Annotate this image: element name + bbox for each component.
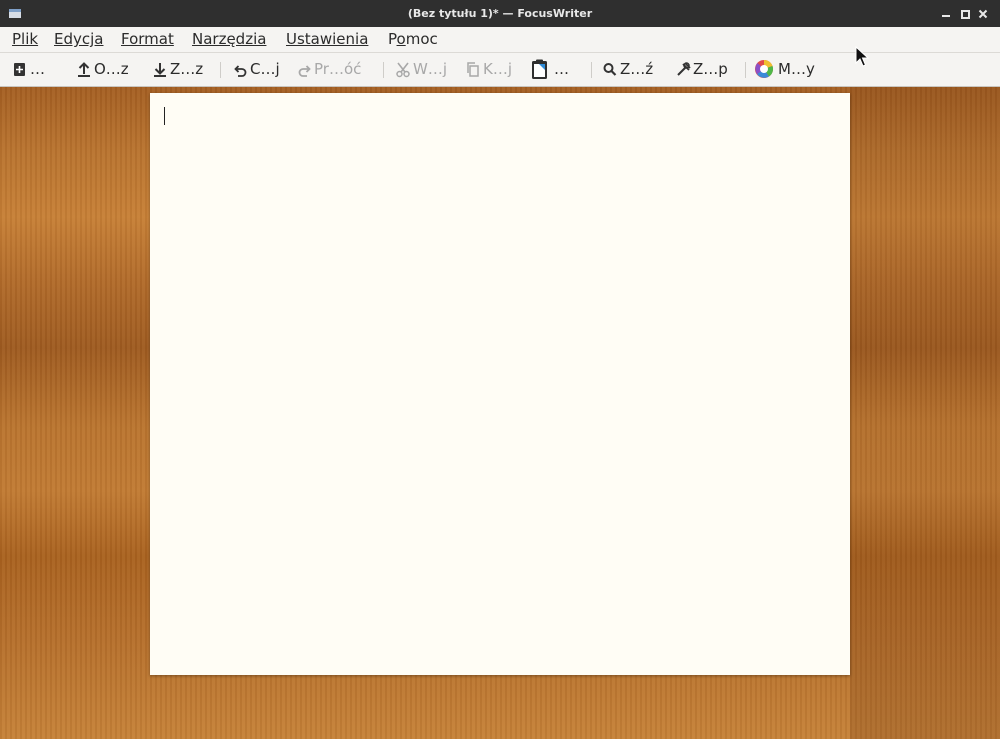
scissors-icon [395, 57, 413, 81]
menu-label: Narzędzia [192, 30, 267, 48]
redo-label: Pr…óć [314, 60, 362, 78]
close-icon [978, 9, 988, 19]
new-document-button[interactable]: … [12, 57, 45, 81]
focuswriter-window: (Bez tytułu 1)* — FocusWriter Plik Edycj… [0, 0, 1000, 739]
menu-label: Pomoc [388, 30, 438, 48]
cut-button[interactable]: W…j [395, 57, 447, 81]
toolbar-separator [220, 62, 221, 78]
undo-icon [232, 57, 250, 81]
paste-label: … [554, 60, 569, 78]
find-label: Z…ź [620, 60, 654, 78]
text-caret [164, 107, 165, 125]
menu-narzedzia[interactable]: Narzędzia [187, 27, 271, 52]
toolbar-separator [745, 62, 746, 78]
toolbar-separator [591, 62, 592, 78]
replace-button[interactable]: Z…p [675, 57, 728, 81]
menu-label: Format [121, 30, 174, 48]
save-button[interactable]: Z…z [152, 57, 203, 81]
new-document-icon [12, 57, 30, 81]
upload-icon [76, 57, 94, 81]
replace-icon [675, 57, 693, 81]
open-button[interactable]: O…z [76, 57, 129, 81]
title-bar[interactable]: (Bez tytułu 1)* — FocusWriter [0, 0, 1000, 27]
menu-pomoc[interactable]: Pomoc [383, 27, 443, 52]
paste-button[interactable]: … [530, 57, 569, 81]
replace-label: Z…p [693, 60, 728, 78]
menu-edycja[interactable]: Edycja [49, 27, 108, 52]
menu-plik[interactable]: Plik [7, 27, 43, 52]
search-icon [602, 57, 620, 81]
download-icon [152, 57, 170, 81]
window-title: (Bez tytułu 1)* — FocusWriter [407, 7, 593, 20]
redo-icon [296, 57, 314, 81]
main-toolbar: … O…z Z…z C…j Pr…óć W…j K…j … Z…ź Z…p M…… [0, 53, 1000, 87]
menu-format[interactable]: Format [116, 27, 179, 52]
menu-label: Ustawienia [286, 30, 369, 48]
clipboard-icon [530, 57, 554, 81]
copy-button[interactable]: K…j [465, 57, 512, 81]
minimize-button[interactable] [938, 6, 954, 22]
undo-button[interactable]: C…j [232, 57, 280, 81]
close-button[interactable] [975, 6, 991, 22]
themes-label: M…y [778, 60, 815, 78]
find-button[interactable]: Z…ź [602, 57, 653, 81]
copy-icon [465, 57, 483, 81]
themes-button[interactable]: M…y [754, 57, 815, 81]
cut-label: W…j [413, 60, 447, 78]
undo-label: C…j [250, 60, 280, 78]
new-document-label: … [30, 60, 45, 78]
redo-button[interactable]: Pr…óć [296, 57, 361, 81]
toolbar-separator [383, 62, 384, 78]
mouse-pointer-icon [855, 46, 869, 68]
menu-label: Plik [12, 30, 39, 48]
menu-label: Edycja [54, 30, 104, 48]
document-editor[interactable] [150, 93, 850, 675]
open-label: O…z [94, 60, 129, 78]
copy-label: K…j [483, 60, 513, 78]
color-wheel-icon [754, 57, 778, 81]
menu-bar: Plik Edycja Format Narzędzia Ustawienia … [0, 27, 1000, 53]
menu-ustawienia[interactable]: Ustawienia [281, 27, 373, 52]
maximize-button[interactable] [957, 6, 973, 22]
save-label: Z…z [170, 60, 204, 78]
